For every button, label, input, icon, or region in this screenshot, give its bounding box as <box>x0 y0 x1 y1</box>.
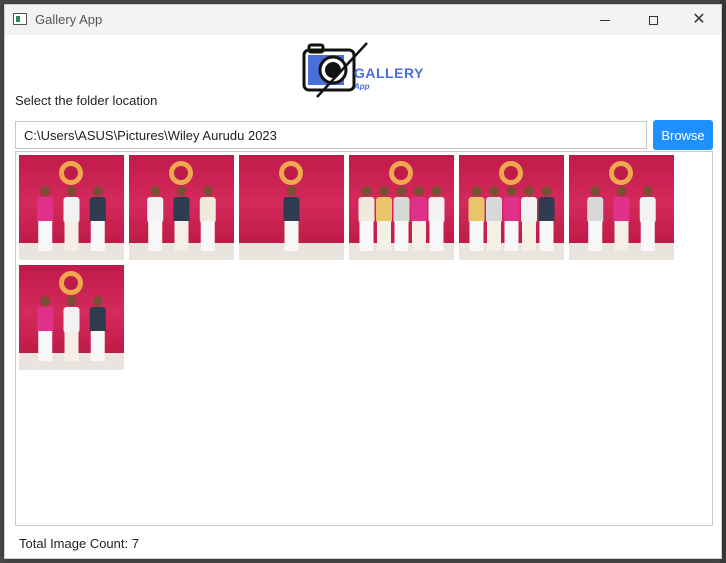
gallery-thumbnail[interactable] <box>569 155 674 260</box>
maximize-icon <box>648 15 658 25</box>
browse-button[interactable]: Browse <box>653 120 713 150</box>
minimize-button[interactable] <box>582 5 628 35</box>
gallery-thumbnail[interactable] <box>349 155 454 260</box>
logo-title: GALLERY <box>354 65 424 81</box>
maximize-button[interactable] <box>630 5 676 35</box>
gallery-logo: GALLERY App <box>301 41 431 99</box>
image-count-label: Total Image Count: 7 <box>19 536 139 551</box>
title-bar[interactable]: Gallery App ✕ <box>5 5 721 35</box>
gallery-thumbnail[interactable] <box>19 265 124 370</box>
app-window: Gallery App ✕ GALLERY App Select the fol… <box>4 4 722 559</box>
minimize-icon <box>600 19 610 21</box>
logo-subtitle: App <box>354 82 370 91</box>
gallery-thumbnail[interactable] <box>459 155 564 260</box>
image-gallery[interactable] <box>15 151 713 526</box>
folder-path-input[interactable] <box>15 121 647 149</box>
gallery-thumbnail[interactable] <box>239 155 344 260</box>
gallery-thumbnail[interactable] <box>19 155 124 260</box>
folder-location-label: Select the folder location <box>15 93 158 108</box>
gallery-thumbnail[interactable] <box>129 155 234 260</box>
window-title: Gallery App <box>35 12 103 27</box>
close-button[interactable]: ✕ <box>676 5 722 35</box>
app-window-icon <box>13 13 27 25</box>
close-icon: ✕ <box>692 11 706 28</box>
